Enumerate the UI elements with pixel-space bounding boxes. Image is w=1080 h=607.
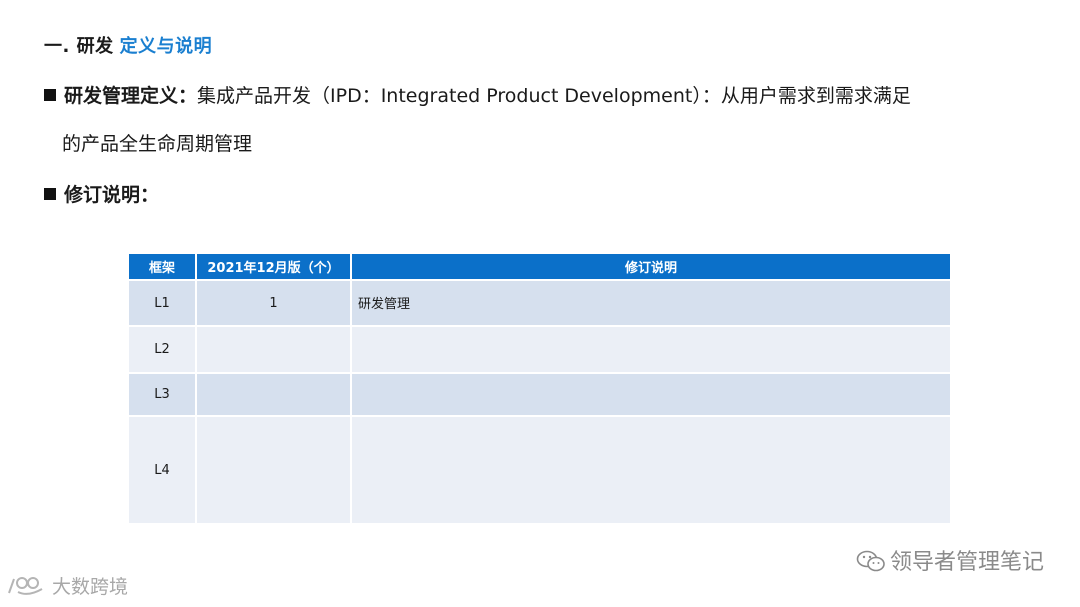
square-bullet-icon <box>44 89 56 101</box>
section-heading: 一. 研发 定义与说明 <box>44 32 212 58</box>
revision-paragraph: 修订说明： <box>44 183 159 207</box>
definition-text-line1: 集成产品开发（IPD：Integrated Product Developmen… <box>197 85 911 107</box>
table-header-row: 框架 2021年12月版（个） 修订说明 <box>129 254 950 280</box>
wechat-icon <box>856 549 886 573</box>
cell-count <box>196 325 352 373</box>
cell-count: 1 <box>196 279 352 326</box>
cell-note <box>351 325 950 373</box>
cell-framework: L4 <box>129 415 197 523</box>
cell-framework: L2 <box>129 325 197 373</box>
definition-paragraph-continued: 的产品全生命周期管理 <box>62 132 252 156</box>
cell-note <box>351 372 950 416</box>
cell-framework: L3 <box>129 372 197 416</box>
watermark-right: 领导者管理笔记 <box>856 544 1044 576</box>
table-row: L2 <box>129 325 950 373</box>
cell-count <box>196 415 352 523</box>
heading-prefix: 一. 研发 <box>44 36 114 57</box>
table-row: L4 <box>129 415 950 523</box>
brand-logo-icon <box>6 575 50 597</box>
watermark-right-text: 领导者管理笔记 <box>889 550 1044 575</box>
cell-note-text: 研发管理 <box>358 297 411 312</box>
cell-note: 研发管理 <box>351 279 950 326</box>
watermark-left-text: 大数跨境 <box>52 576 129 598</box>
header-version-count: 2021年12月版（个） <box>196 254 352 280</box>
watermark-left: 大数跨境 <box>6 572 128 599</box>
heading-accent: 定义与说明 <box>119 36 213 57</box>
definition-text-line2: 的产品全生命周期管理 <box>62 133 253 155</box>
square-bullet-icon <box>44 188 56 200</box>
definition-label: 研发管理定义： <box>64 85 198 107</box>
cell-note <box>351 415 950 523</box>
table-row: L1 1 研发管理 <box>129 279 950 326</box>
header-revision-note: 修订说明 <box>351 254 950 280</box>
header-framework: 框架 <box>129 254 197 280</box>
table-row: L3 <box>129 372 950 416</box>
revision-table: 框架 2021年12月版（个） 修订说明 L1 1 研发管理 L2 L3 L4 <box>129 254 950 523</box>
definition-paragraph: 研发管理定义：集成产品开发（IPD：Integrated Product Dev… <box>44 84 911 108</box>
cell-framework: L1 <box>129 279 197 326</box>
revision-label: 修订说明： <box>64 184 160 206</box>
cell-count <box>196 372 352 416</box>
